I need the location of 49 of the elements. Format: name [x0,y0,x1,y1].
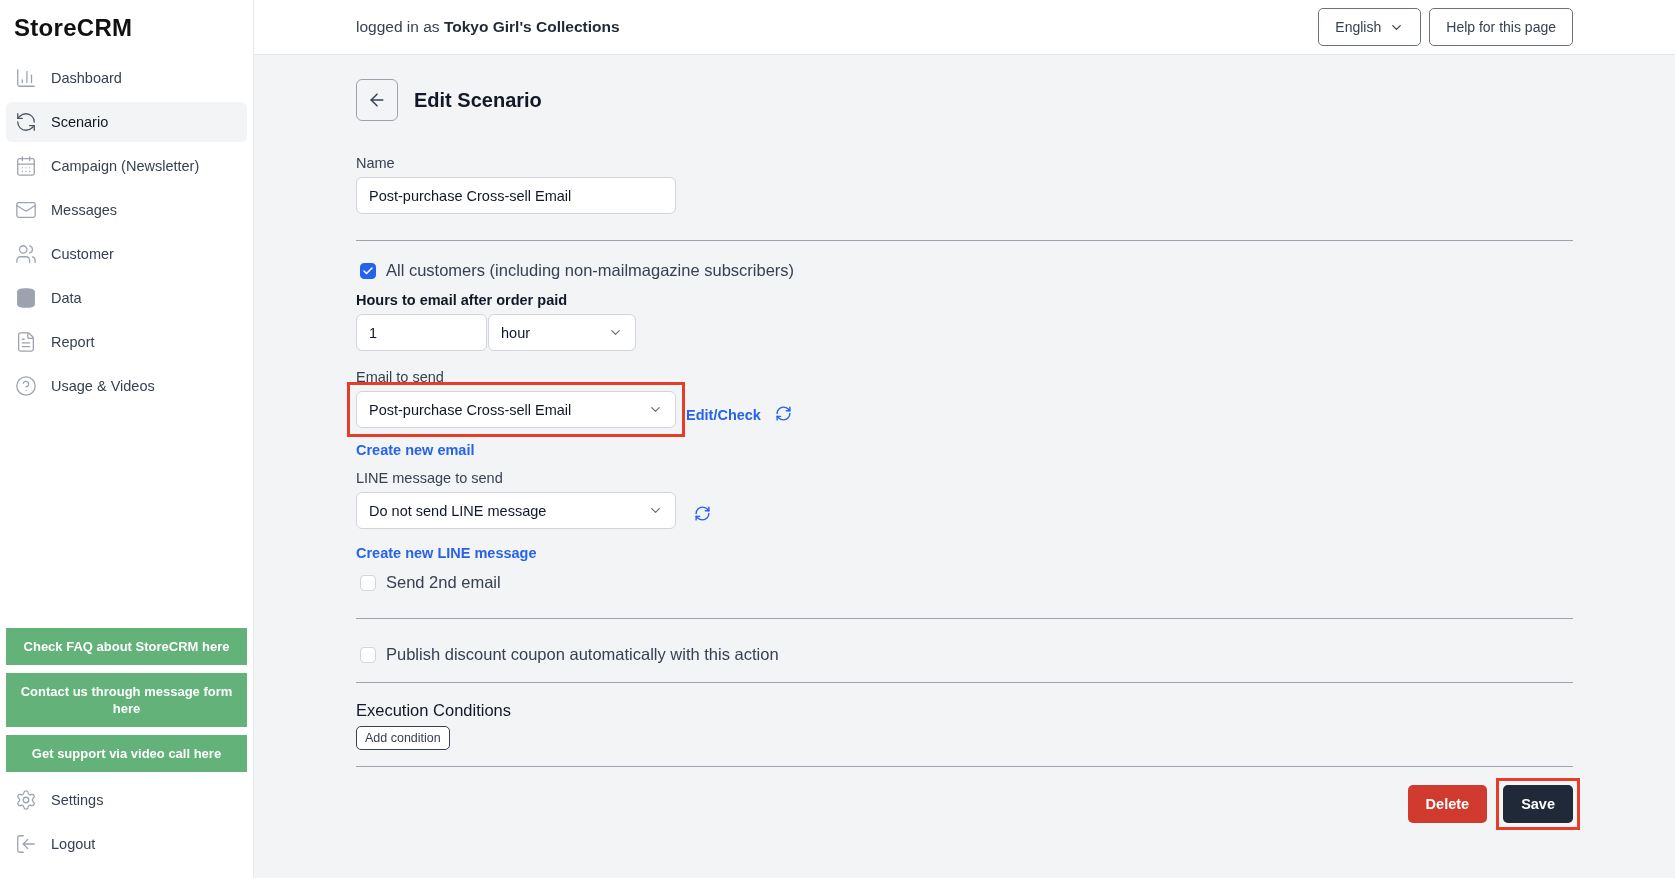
name-field[interactable]: Post-purchase Cross-sell Email [356,177,676,214]
section-title: Execution Conditions [356,701,511,720]
help-button[interactable]: Help for this page [1429,8,1573,46]
envelope-icon [15,199,37,221]
language-dropdown[interactable]: English [1318,8,1422,46]
unit-dropdown[interactable]: hour [488,314,636,351]
edit-check-link[interactable]: Edit/Check [686,407,761,423]
nav-item[interactable]: Data [6,278,247,318]
page-title: Edit Scenario [414,88,542,112]
checkmark-icon [362,264,374,277]
help-icon [15,375,37,397]
login-status: logged in as Tokyo Girl's Collections [356,18,621,36]
nav-item[interactable]: Messages [6,190,247,230]
checkbox-label: Send 2nd email [386,573,501,592]
database-icon [15,287,37,309]
settings-icon [15,789,37,811]
save-button[interactable]: Save [1503,785,1573,823]
nav-item[interactable]: Customer [6,234,247,274]
hours-field[interactable]: 1 [356,314,487,351]
nav-item[interactable]: Settings [6,780,247,820]
nav-item[interactable]: Scenario [6,102,247,142]
document-icon [15,331,37,353]
logo: StoreCRM [13,14,134,42]
create-email-link[interactable]: Create new email [356,442,475,458]
field-label: LINE message to send [356,470,503,486]
delete-button[interactable]: Delete [1407,785,1488,823]
checkbox-label: All customers (including non-mailmagazine subscribers) [386,261,795,280]
refresh-icon[interactable] [694,505,711,522]
checkbox[interactable] [360,262,376,279]
nav-item[interactable]: Logout [6,824,247,864]
add-condition-button[interactable]: Add condition [356,726,450,750]
people-icon [15,243,37,265]
cycle-arrows-icon [15,111,37,133]
back-button[interactable] [356,79,398,121]
bar-chart-icon [15,67,37,89]
refresh-icon[interactable] [774,405,792,422]
email-dropdown[interactable]: Post-purchase Cross-sell Email [356,391,676,428]
field-label: Name [356,155,395,171]
line-dropdown[interactable]: Do not send LINE message [356,492,676,529]
field-label: Hours to email after order paid [356,292,568,308]
nav-item[interactable]: Report [6,322,247,362]
calendar-icon [15,155,37,177]
nav-item[interactable]: Campaign (Newsletter) [6,146,247,186]
checkbox-label: Publish discount coupon automatically with this action [386,645,779,664]
nav-item[interactable]: Dashboard [6,58,247,98]
logout-icon [15,833,37,855]
nav-item[interactable]: Usage & Videos [6,366,247,406]
create-line-link[interactable]: Create new LINE message [356,545,537,561]
field-label: Email to send [356,369,444,385]
